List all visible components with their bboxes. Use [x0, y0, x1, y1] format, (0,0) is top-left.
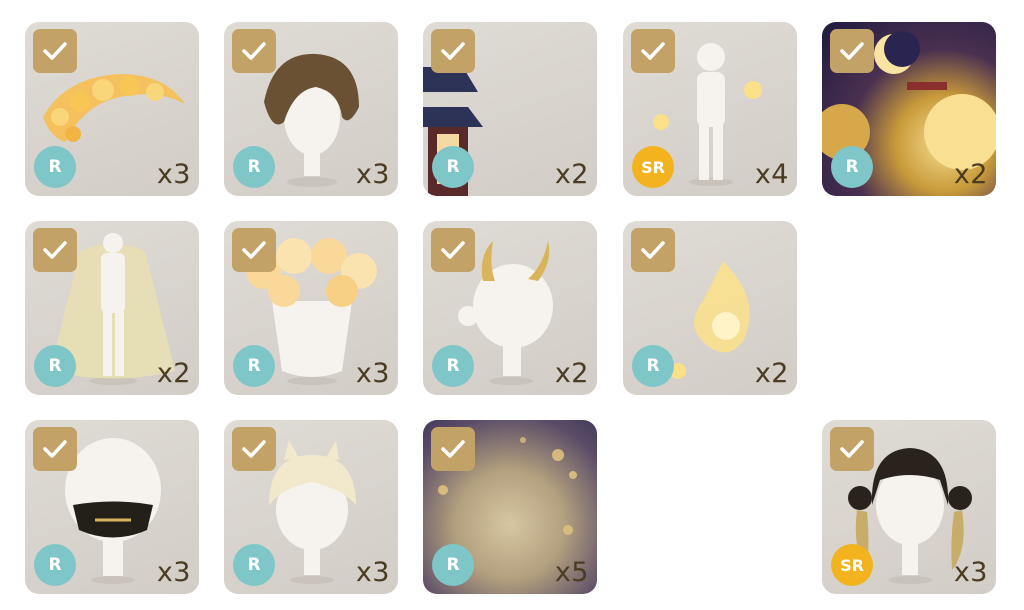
item-card[interactable]: R x2	[623, 221, 797, 395]
quantity-label: x3	[953, 557, 988, 588]
rarity-badge: R	[233, 345, 275, 387]
rarity-badge: R	[233, 146, 275, 188]
checkmark-icon	[232, 427, 276, 471]
rarity-badge: R	[34, 544, 76, 586]
checkmark-icon	[431, 29, 475, 73]
item-card[interactable]: SR x3	[822, 420, 996, 594]
quantity-label: x3	[355, 358, 390, 389]
checkmark-icon	[33, 427, 77, 471]
quantity-label: x2	[156, 358, 191, 389]
reward-grid: R x3 R x3 R x2 SR x4 R x2 R x2 R x3 R x2…	[0, 0, 1024, 610]
item-card[interactable]: R x2	[423, 22, 597, 196]
quantity-label: x2	[554, 358, 589, 389]
rarity-badge: R	[432, 544, 474, 586]
quantity-label: x2	[953, 159, 988, 190]
quantity-label: x3	[355, 159, 390, 190]
rarity-badge: SR	[831, 544, 873, 586]
quantity-label: x5	[554, 557, 589, 588]
quantity-label: x2	[554, 159, 589, 190]
checkmark-icon	[431, 228, 475, 272]
checkmark-icon	[631, 29, 675, 73]
checkmark-icon	[33, 228, 77, 272]
checkmark-icon	[232, 29, 276, 73]
rarity-badge: R	[34, 146, 76, 188]
checkmark-icon	[232, 228, 276, 272]
empty-slot	[822, 221, 996, 395]
empty-slot	[623, 420, 797, 594]
item-card[interactable]: R x3	[25, 420, 199, 594]
rarity-badge: R	[632, 345, 674, 387]
checkmark-icon	[431, 427, 475, 471]
rarity-badge: R	[831, 146, 873, 188]
quantity-label: x3	[156, 557, 191, 588]
item-card[interactable]: R x2	[822, 22, 996, 196]
item-card[interactable]: R x3	[224, 22, 398, 196]
rarity-badge: R	[432, 146, 474, 188]
checkmark-icon	[830, 29, 874, 73]
quantity-label: x3	[355, 557, 390, 588]
rarity-badge: R	[432, 345, 474, 387]
item-card[interactable]: SR x4	[623, 22, 797, 196]
item-card[interactable]: R x3	[25, 22, 199, 196]
rarity-badge: SR	[632, 146, 674, 188]
quantity-label: x3	[156, 159, 191, 190]
checkmark-icon	[830, 427, 874, 471]
checkmark-icon	[33, 29, 77, 73]
item-card[interactable]: R x2	[423, 221, 597, 395]
item-card[interactable]: R x2	[25, 221, 199, 395]
rarity-badge: R	[34, 345, 76, 387]
item-card[interactable]: R x3	[224, 420, 398, 594]
item-card[interactable]: R x3	[224, 221, 398, 395]
quantity-label: x4	[754, 159, 789, 190]
rarity-badge: R	[233, 544, 275, 586]
item-card[interactable]: R x5	[423, 420, 597, 594]
checkmark-icon	[631, 228, 675, 272]
quantity-label: x2	[754, 358, 789, 389]
